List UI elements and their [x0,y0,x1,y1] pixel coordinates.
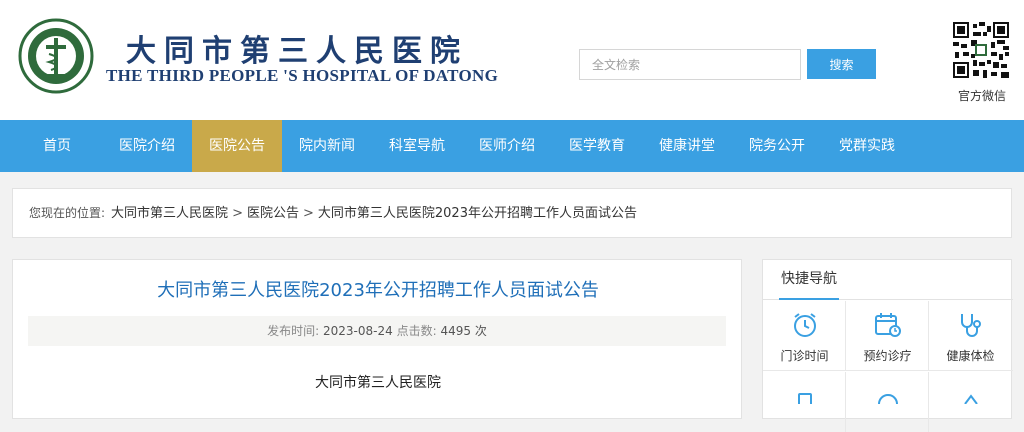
hospital-name-cn: 大同市第三人民医院 [126,34,468,69]
search-input[interactable] [579,49,801,80]
nav-item-departments[interactable]: 科室导航 [372,120,462,172]
hospital-emblem-logo[interactable] [18,18,94,94]
nav-item-affairs-disclosure[interactable]: 院务公开 [732,120,822,172]
breadcrumb-separator: > [302,206,314,221]
hospital-name-en: THE THIRD PEOPLE 'S HOSPITAL OF DATONG [106,66,499,85]
circle-icon [878,394,898,404]
quick-nav-outpatient-hours[interactable]: 门诊时间 [763,301,846,371]
alarm-clock-icon [794,313,816,337]
article-title: 大同市第三人民医院2023年公开招聘工作人员面试公告 [157,280,599,301]
breadcrumb-link-announcements[interactable]: 医院公告 [247,206,299,221]
site-header: 大同市第三人民医院 THE THIRD PEOPLE 'S HOSPITAL O… [0,0,1024,120]
quick-nav-item-partial[interactable] [929,372,1012,432]
views-label: 点击数: [396,324,437,338]
views-count: 4495 [440,324,472,338]
nav-item-health-lectures[interactable]: 健康讲堂 [642,120,732,172]
pill-icon [964,394,978,404]
quick-nav-title: 快捷导航 [779,260,839,300]
main-nav: 首页 医院介绍 医院公告 院内新闻 科室导航 医师介绍 医学教育 健康讲堂 院务… [0,120,1024,172]
quick-nav-item-partial[interactable] [846,372,929,432]
nav-item-announcements[interactable]: 医院公告 [192,120,282,172]
breadcrumb-prefix: 您现在的位置: [29,206,106,220]
calendar-clock-icon [875,313,901,337]
wechat-qr-code-icon [953,22,1009,78]
breadcrumb-separator: > [232,206,243,221]
article-panel: 大同市第三人民医院2023年公开招聘工作人员面试公告 发布时间: 2023-08… [12,259,742,419]
nav-item-news[interactable]: 院内新闻 [282,120,372,172]
quick-nav-label: 预约诊疗 [863,349,912,363]
breadcrumb: 您现在的位置: 大同市第三人民医院 > 医院公告 > 大同市第三人民医院2023年公开招聘… [12,188,1012,238]
nav-item-home[interactable]: 首页 [12,120,102,172]
breadcrumb-link-home[interactable]: 大同市第三人民医院 [111,206,228,221]
publish-date: 2023-08-24 [323,324,393,338]
quick-nav-header: 快捷导航 [763,260,1013,300]
publish-date-label: 发布时间: [267,324,320,338]
qr-code-label: 官方微信 [957,89,1006,103]
document-icon [798,393,812,404]
article-body-first-line: 大同市第三人民医院 [315,375,441,391]
quick-nav-label: 健康体检 [946,349,995,363]
quick-nav-item-partial[interactable] [763,372,846,432]
search-button[interactable]: 搜索 [807,49,876,79]
nav-item-medical-education[interactable]: 医学教育 [552,120,642,172]
nav-item-hospital-intro[interactable]: 医院介绍 [102,120,192,172]
stethoscope-icon [961,314,981,337]
quick-nav-label: 门诊时间 [780,349,829,363]
breadcrumb-current: 大同市第三人民医院2023年公开招聘工作人员面试公告 [317,206,637,221]
views-unit: 次 [474,324,487,338]
quick-nav-panel: 快捷导航 门诊时间 预约诊疗 健康体检 [762,259,1013,432]
quick-nav-appointment[interactable]: 预约诊疗 [846,301,929,371]
nav-item-doctors[interactable]: 医师介绍 [462,120,552,172]
article-meta: 发布时间: 2023-08-24 点击数: 4495 次 [28,316,726,346]
nav-item-party-practice[interactable]: 党群实践 [822,120,912,172]
quick-nav-health-checkup[interactable]: 健康体检 [929,301,1013,371]
